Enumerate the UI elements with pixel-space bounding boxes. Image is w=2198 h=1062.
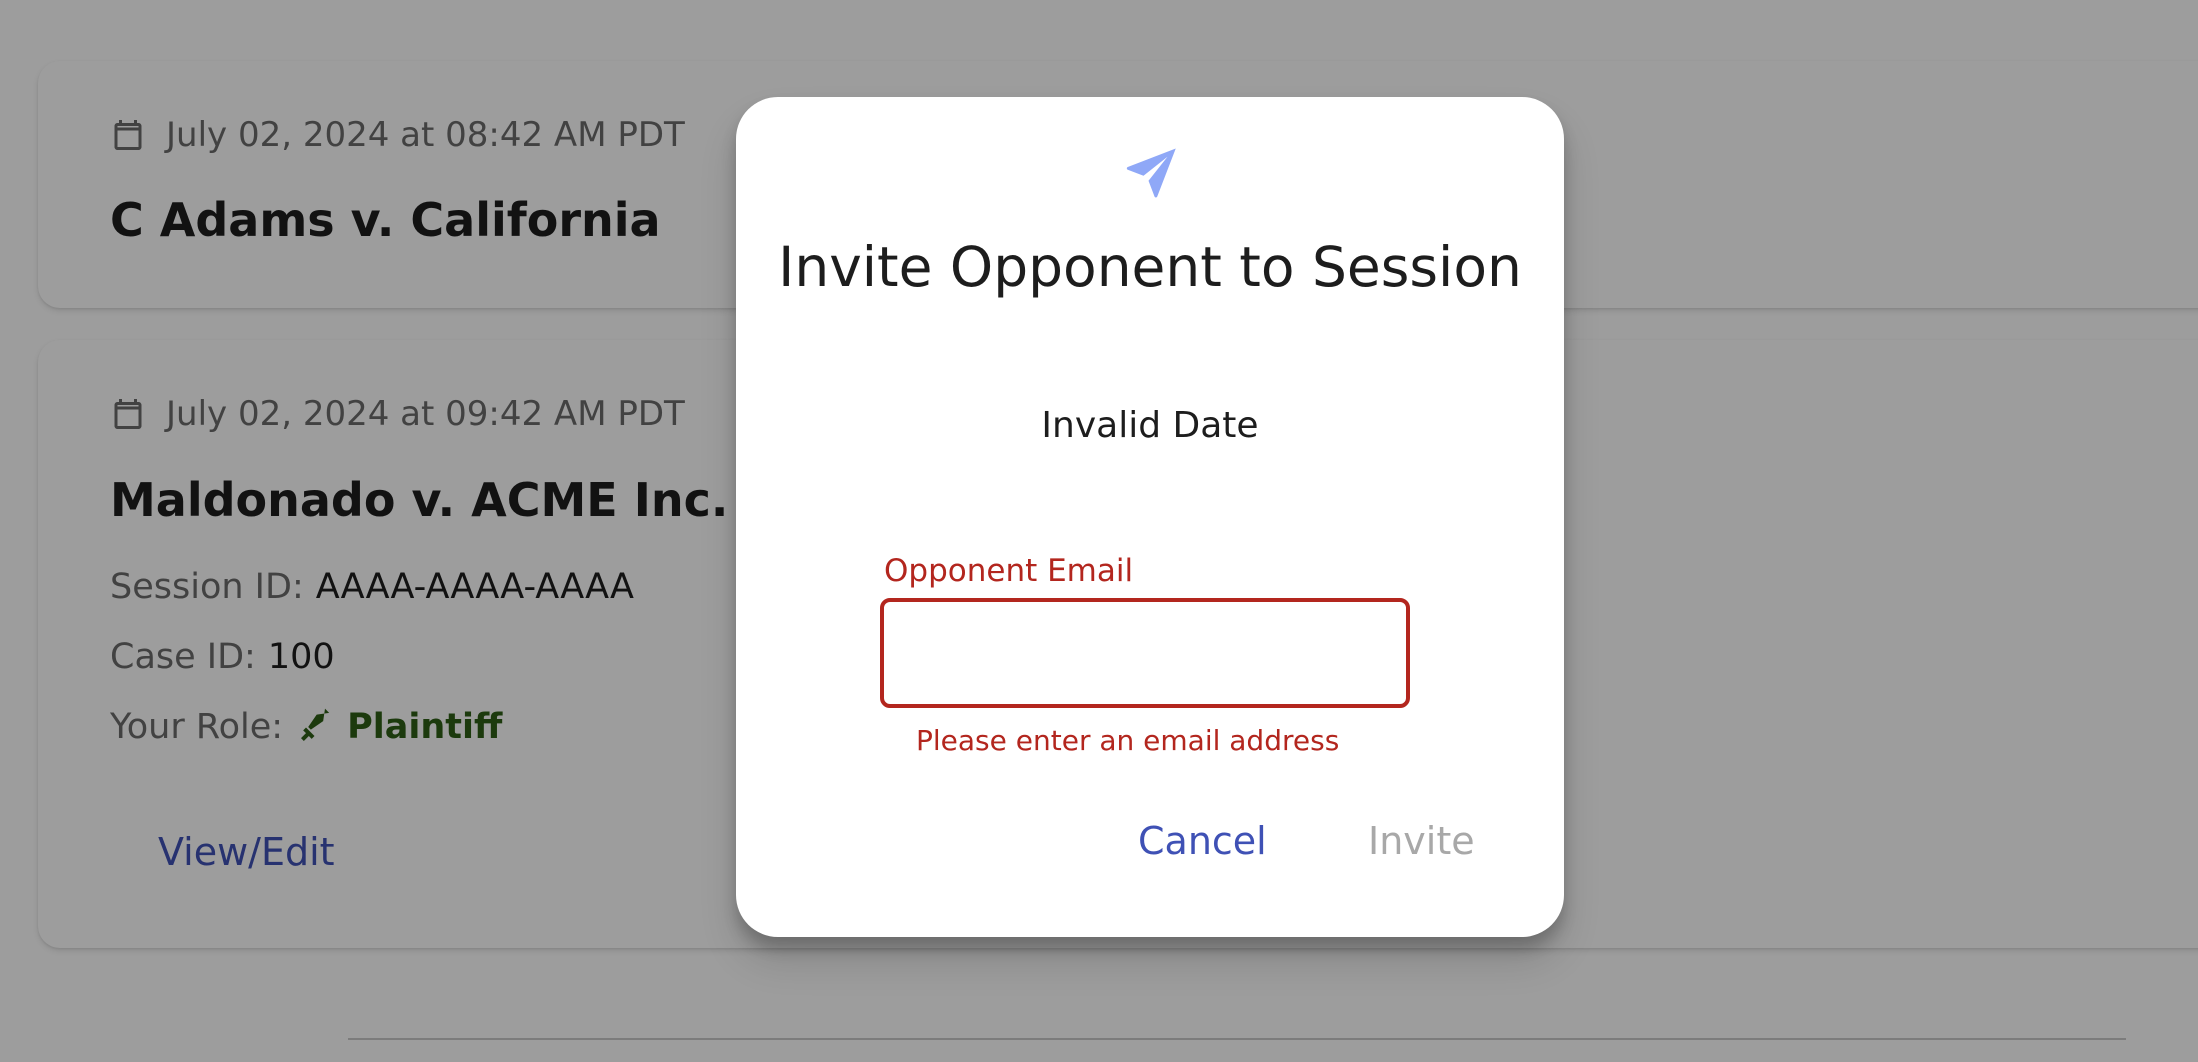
email-label: Opponent Email (884, 553, 1134, 589)
send-icon (1126, 148, 1176, 198)
session-date-text: Invalid Date (1041, 405, 1259, 446)
email-error-text: Please enter an email address (916, 724, 1340, 757)
dialog-title: Invite Opponent to Session (778, 235, 1522, 299)
invite-button[interactable]: Invite (1368, 819, 1475, 863)
opponent-email-input[interactable] (880, 598, 1410, 708)
invite-dialog: Invite Opponent to Session Invalid Date … (736, 97, 1564, 937)
cancel-button[interactable]: Cancel (1138, 819, 1267, 863)
